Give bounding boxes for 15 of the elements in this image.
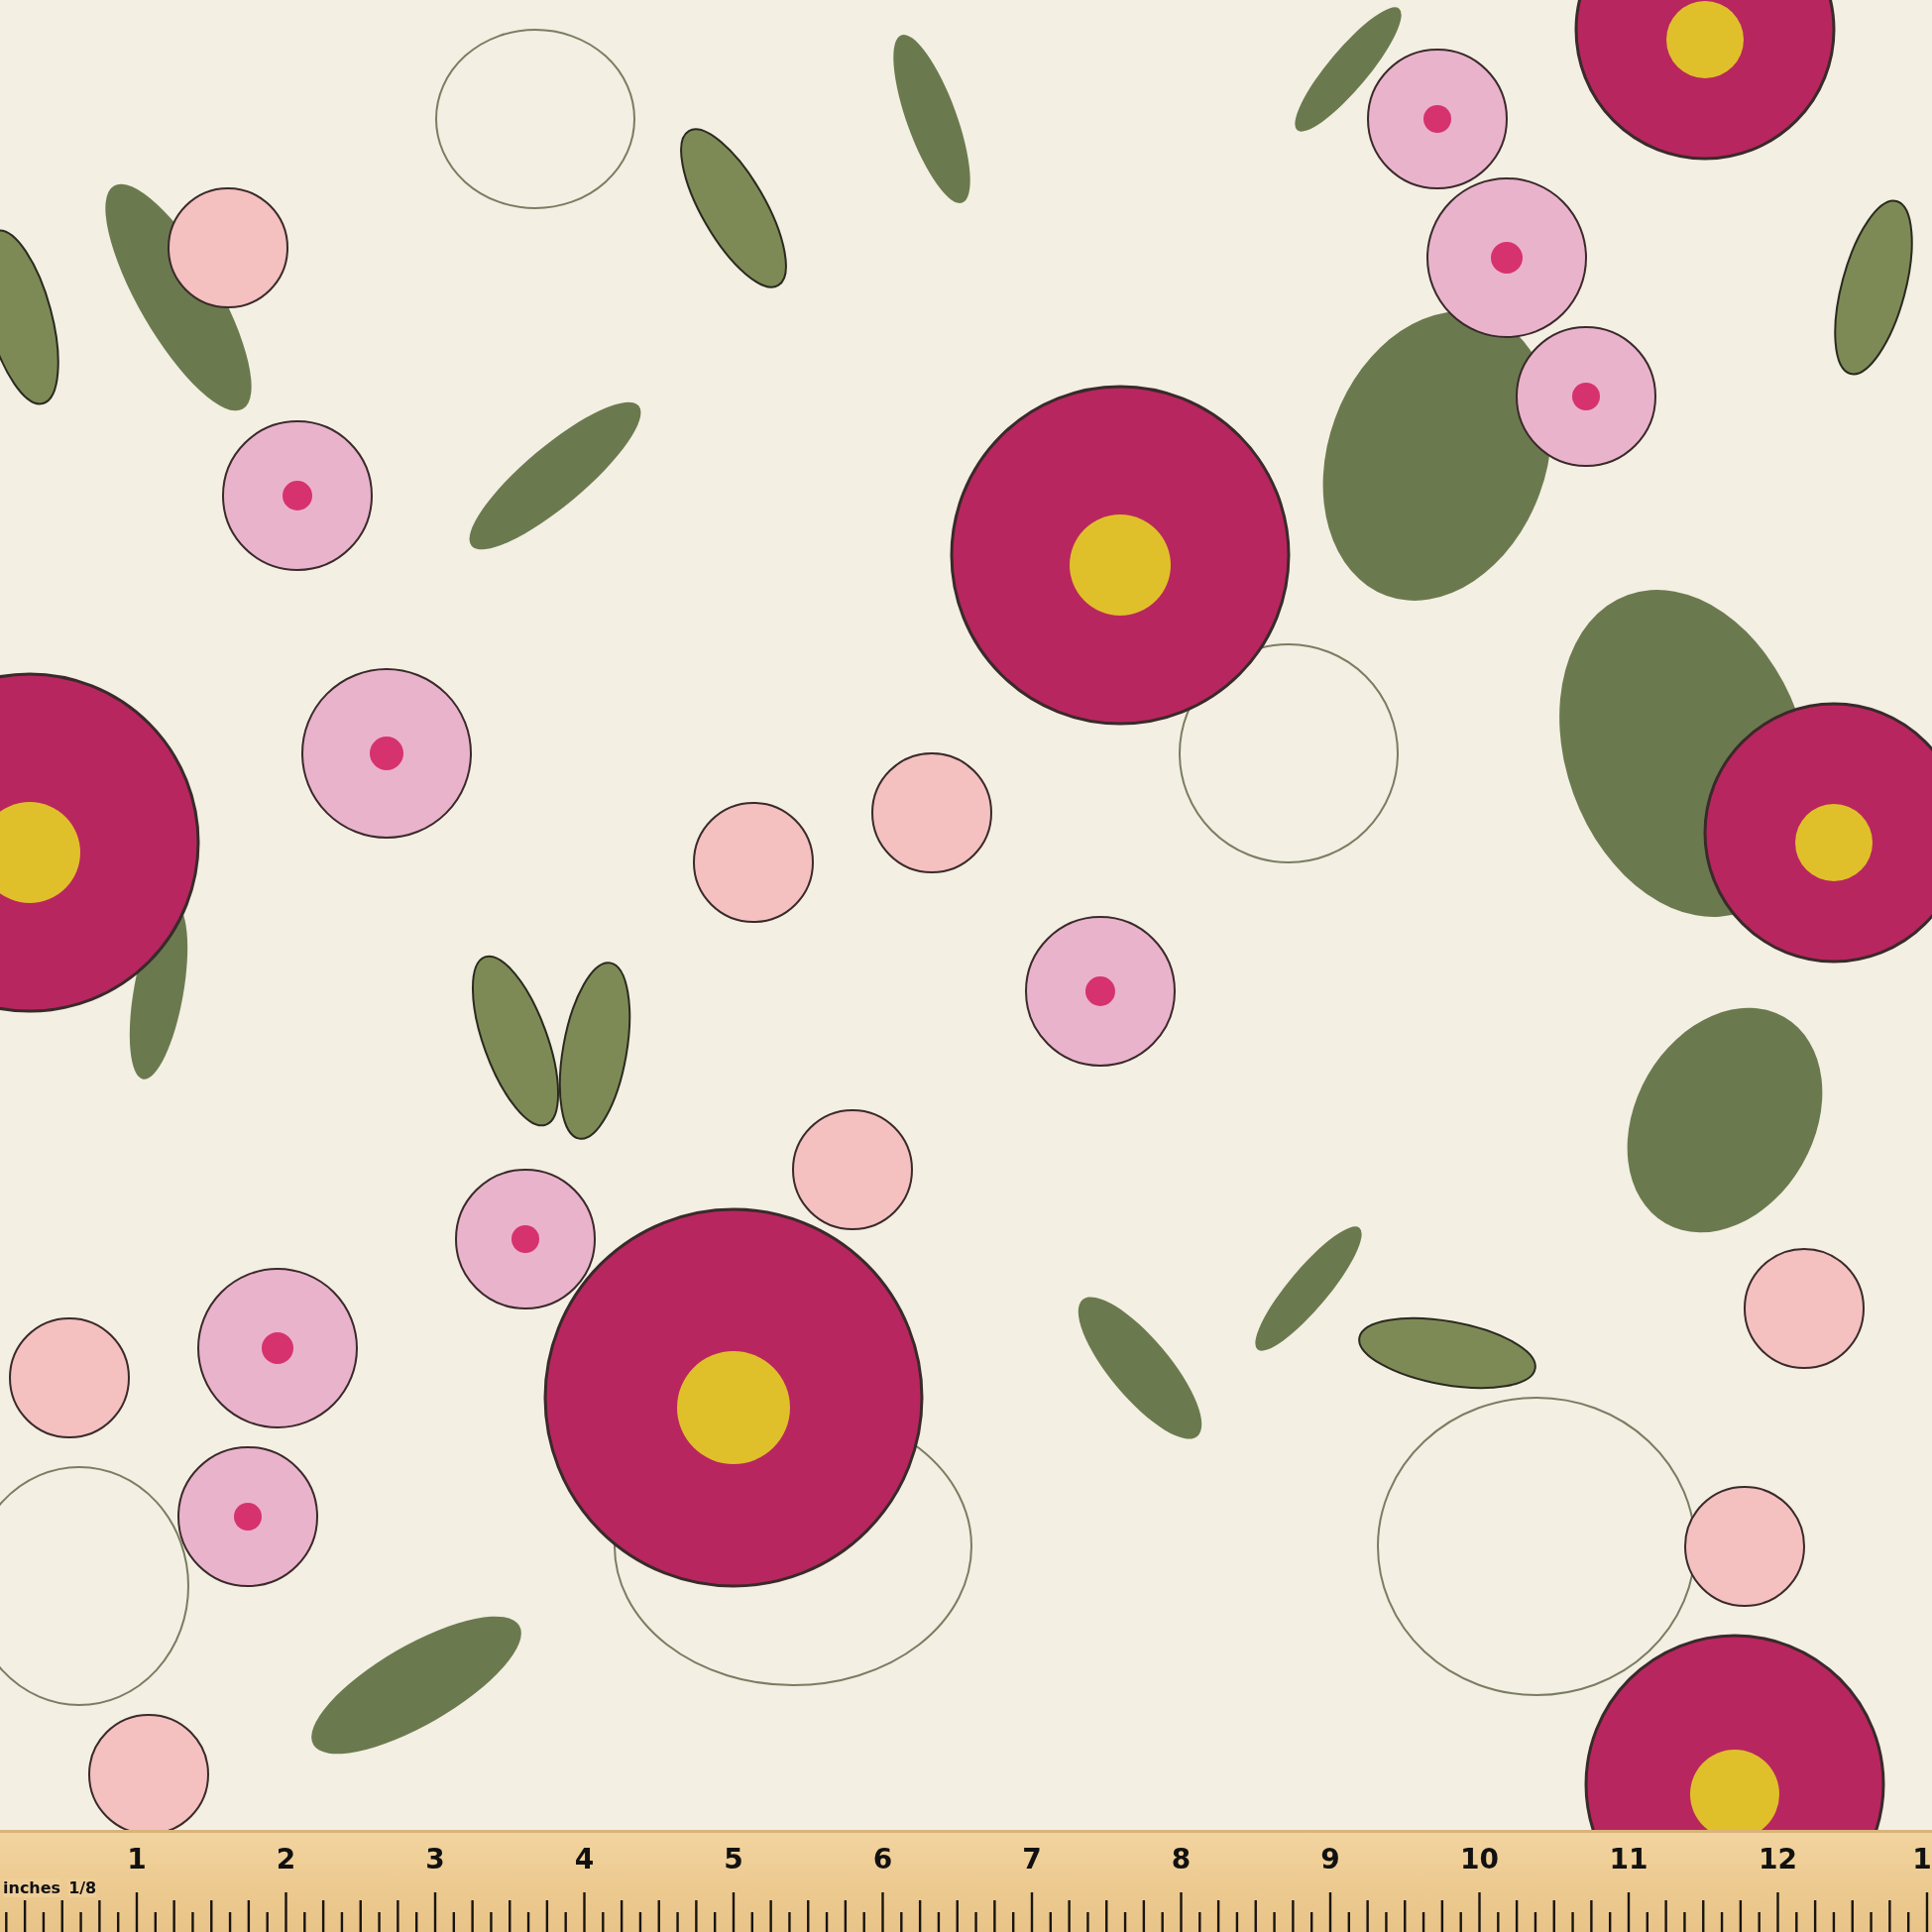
ruler-number: 1 (126, 1843, 148, 1876)
ruler-number: 9 (1319, 1843, 1341, 1876)
ruler-number: 12 (1758, 1843, 1798, 1876)
ruler-number: 7 (1021, 1843, 1043, 1876)
ruler-number: 10 (1459, 1843, 1500, 1876)
ruler-number: 4 (573, 1843, 596, 1876)
ruler-number: 11 (1608, 1843, 1649, 1876)
ruler-number: 3 (424, 1843, 446, 1876)
ruler-label: 1/8 (68, 1877, 97, 1897)
ruler-number: 2 (275, 1843, 297, 1876)
ruler-number: 6 (871, 1843, 894, 1876)
ruler-label: inches (3, 1877, 61, 1897)
ruler-number: 1 (1911, 1843, 1932, 1876)
ruler-number: 8 (1170, 1843, 1193, 1876)
ruler-number: 5 (723, 1843, 744, 1876)
